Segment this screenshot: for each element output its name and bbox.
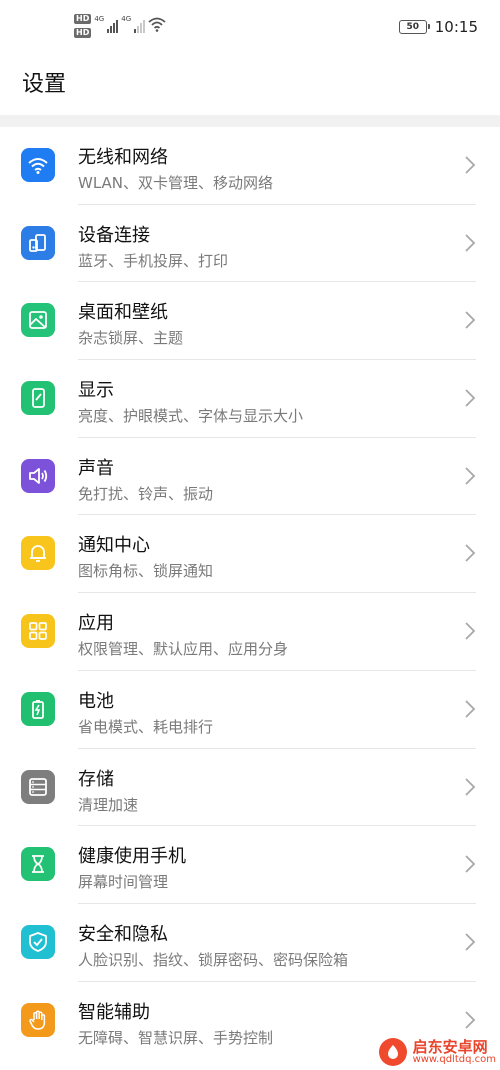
section-divider: [0, 115, 500, 127]
clock: 10:15: [434, 18, 478, 36]
settings-item-subtitle: 亮度、护眼模式、字体与显示大小: [78, 407, 304, 426]
settings-item-wifi[interactable]: 无线和网络 WLAN、双卡管理、移动网络: [0, 127, 500, 205]
chevron-right-icon: [465, 622, 476, 640]
settings-item-subtitle: 图标角标、锁屏通知: [78, 562, 214, 581]
settings-item-title: 通知中心: [78, 535, 150, 557]
hourglass-icon: [21, 847, 55, 882]
settings-item-title: 显示: [78, 380, 114, 402]
chevron-right-icon: [465, 156, 476, 174]
device-connection-icon: [21, 225, 55, 260]
chevron-right-icon: [465, 311, 476, 330]
settings-item-title: 安全和隐私: [78, 923, 168, 945]
storage-icon: [21, 769, 55, 804]
settings-item-shield[interactable]: 安全和隐私人脸识别、指纹、锁屏密码、密码保险箱: [0, 904, 500, 982]
settings-item-subtitle: WLAN、双卡管理、移动网络: [78, 174, 274, 192]
settings-item-bell[interactable]: 通知中心图标角标、锁屏通知: [0, 515, 500, 594]
settings-item-storage[interactable]: 存储 清理加速: [0, 749, 500, 827]
settings-item-subtitle: 无障碍、智慧识屏、手势控制: [78, 1028, 274, 1047]
settings-item-apps[interactable]: 应用权限管理、默认应用、应用分身: [0, 593, 500, 671]
settings-list: 无线和网络 WLAN、双卡管理、移动网络设备连接蓝牙、手机投屏、打印 桌面和壁纸杂志…: [0, 127, 500, 1059]
chevron-right-icon: [465, 544, 476, 563]
watermark-logo: [378, 1038, 407, 1066]
settings-item-title: 声音: [78, 457, 114, 479]
settings-item-sound[interactable]: 声音免打扰、铃声、振动: [0, 438, 500, 516]
battery-indicator: 50: [398, 20, 430, 34]
shield-icon: [21, 924, 55, 959]
bell-icon: [21, 536, 55, 571]
settings-item-title: 无线和网络: [78, 147, 168, 168]
chevron-right-icon: [465, 467, 476, 485]
chevron-right-icon: [465, 855, 476, 873]
signal-indicators: HD HD 4G 4G: [74, 14, 166, 38]
watermark-name: 启东安卓网: [412, 1037, 488, 1056]
display-icon: [21, 381, 55, 416]
signal-strength-icon: [134, 18, 146, 33]
settings-item-title: 桌面和壁纸: [78, 302, 168, 324]
settings-item-subtitle: 蓝牙、手机投屏、打印: [78, 251, 229, 270]
settings-item-battery[interactable]: 电池省电模式、耗电排行: [0, 671, 500, 749]
settings-item-title: 电池: [78, 690, 114, 712]
wifi-status-icon: [148, 17, 166, 32]
settings-item-device-connection[interactable]: 设备连接蓝牙、手机投屏、打印: [0, 205, 500, 283]
page-title: 设置: [22, 72, 67, 97]
hd-badge: HD: [74, 28, 92, 38]
chevron-right-icon: [465, 389, 476, 407]
status-bar: HD HD 4G 4G 50 10:15: [0, 0, 500, 58]
settings-item-subtitle: 省电模式、耗电排行: [78, 717, 214, 736]
settings-item-title: 智能辅助: [78, 1001, 150, 1023]
chevron-right-icon: [465, 1010, 476, 1029]
wallpaper-icon: [21, 303, 55, 338]
network-type: 4G: [94, 15, 105, 23]
chevron-right-icon: [465, 777, 476, 796]
settings-item-subtitle: 屏幕时间管理: [78, 873, 169, 892]
settings-item-subtitle: 免打扰、铃声、振动: [78, 484, 214, 503]
watermark-url: www.qdltdq.com: [412, 1053, 496, 1065]
settings-item-title: 设备连接: [78, 224, 150, 246]
network-type: 4G: [121, 15, 132, 23]
watermark: 启东安卓网 www.qdltdq.com: [378, 1037, 496, 1066]
chevron-right-icon: [465, 700, 476, 718]
settings-item-title: 应用: [78, 613, 114, 635]
settings-item-display[interactable]: 显示亮度、护眼模式、字体与显示大小: [0, 360, 500, 438]
settings-item-subtitle: 人脸识别、指纹、锁屏密码、密码保险箱: [78, 950, 349, 969]
settings-item-hourglass[interactable]: 健康使用手机 屏幕时间管理: [0, 826, 500, 904]
sound-icon: [21, 458, 55, 493]
settings-item-wallpaper[interactable]: 桌面和壁纸杂志锁屏、主题: [0, 282, 500, 361]
hand-icon: [21, 1002, 55, 1037]
settings-item-subtitle: 权限管理、默认应用、应用分身: [78, 640, 289, 659]
settings-item-subtitle: 杂志锁屏、主题: [78, 329, 184, 348]
settings-item-title: 健康使用手机: [78, 846, 186, 868]
settings-item-title: 存储: [78, 768, 114, 790]
apps-icon: [21, 614, 55, 649]
chevron-right-icon: [465, 234, 476, 252]
wifi-icon: [21, 148, 55, 182]
hd-badge: HD: [74, 14, 92, 24]
settings-item-subtitle: 清理加速: [78, 795, 139, 814]
chevron-right-icon: [465, 933, 476, 951]
signal-strength-icon: [107, 18, 119, 33]
battery-icon: [21, 691, 55, 726]
